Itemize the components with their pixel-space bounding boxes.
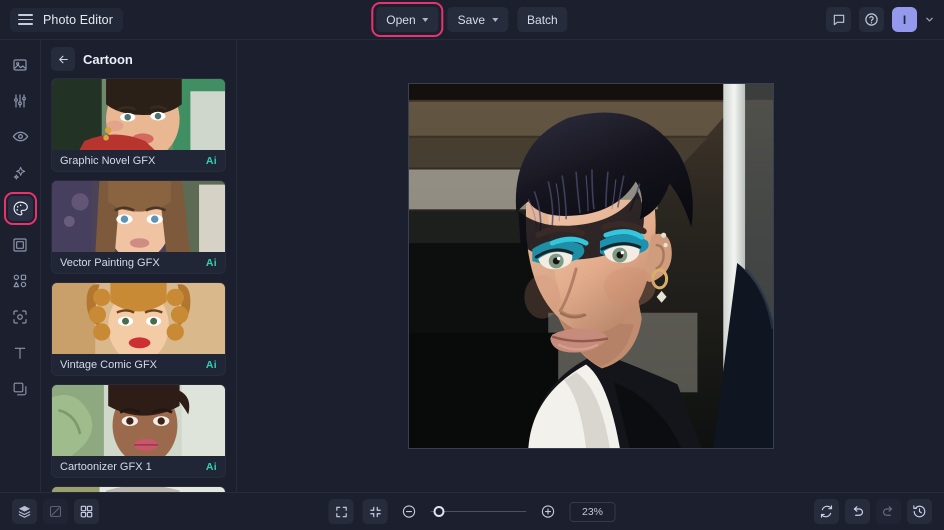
effect-name: Vintage Comic GFX: [60, 358, 158, 371]
photo-editor-app: Photo Editor Open Save Batch I Cartoon G…: [0, 0, 944, 530]
header-actions: Open Save Batch: [371, 2, 568, 37]
effect-name: Vector Painting GFX: [60, 256, 160, 269]
effect-label-row: Cartoonizer GFX 1 Ai: [52, 456, 225, 477]
back-arrow-icon[interactable]: [51, 47, 75, 71]
effect-list[interactable]: Graphic Novel GFX Ai Vector Painting GFX…: [41, 78, 236, 492]
hamburger-icon: [18, 14, 33, 25]
help-icon[interactable]: [859, 7, 884, 32]
sidebar-item-layers[interactable]: [8, 376, 33, 401]
bottom-right-group: [814, 499, 932, 524]
effect-thumbnail: [52, 283, 225, 354]
sidebar-item-preview[interactable]: [8, 124, 33, 149]
open-button[interactable]: Open: [371, 2, 444, 37]
zoom-slider-track: [430, 510, 527, 513]
open-button-label: Open: [386, 12, 416, 27]
zoom-slider[interactable]: [430, 506, 527, 518]
ai-badge: Ai: [205, 154, 217, 167]
list-item[interactable]: Vector Painting GFX Ai: [51, 180, 226, 274]
ai-badge: Ai: [205, 460, 217, 473]
layers-stack-icon[interactable]: [12, 499, 37, 524]
zoom-out-icon[interactable]: [397, 499, 422, 524]
save-button[interactable]: Save: [447, 7, 509, 32]
sidebar-item-frame[interactable]: [8, 232, 33, 257]
sidebar-item-image[interactable]: [8, 52, 33, 77]
sidebar-item-focus[interactable]: [8, 304, 33, 329]
zoom-in-icon[interactable]: [536, 499, 561, 524]
list-item[interactable]: Graphic Novel GFX Ai: [51, 78, 226, 172]
redo-icon[interactable]: [876, 499, 901, 524]
effect-label-row: Vector Painting GFX Ai: [52, 252, 225, 273]
canvas-photo[interactable]: [407, 83, 774, 449]
zoom-slider-knob[interactable]: [433, 506, 445, 517]
sidebar-item-text[interactable]: [8, 340, 33, 365]
effect-thumbnail: [52, 79, 225, 150]
app-header: Photo Editor Open Save Batch I: [0, 0, 944, 40]
sidebar-item-effects[interactable]: [8, 160, 33, 185]
header-right-group: I: [826, 7, 934, 32]
page-title: Cartoon: [83, 51, 133, 67]
app-menu-button[interactable]: Photo Editor: [10, 7, 123, 32]
save-button-label: Save: [457, 12, 486, 27]
list-item[interactable]: Cartoonizer GFX 1 Ai: [51, 384, 226, 478]
canvas-area: [237, 40, 944, 492]
chevron-down-icon: [492, 17, 499, 22]
tool-rail: [0, 40, 41, 492]
effect-thumbnail: [52, 385, 225, 456]
app-title: Photo Editor: [43, 12, 113, 27]
sidebar-item-shapes[interactable]: [8, 268, 33, 293]
zoom-level-value[interactable]: 23%: [569, 501, 616, 522]
fit-to-screen-icon[interactable]: [362, 499, 388, 524]
reset-icon[interactable]: [814, 499, 839, 524]
compare-icon[interactable]: [43, 499, 68, 524]
bottom-left-group: [12, 499, 99, 524]
app-body: Cartoon Graphic Novel GFX Ai Vector Pain…: [0, 40, 944, 492]
effect-name: Cartoonizer GFX 1: [60, 460, 152, 473]
zoom-controls: 23%: [328, 499, 616, 524]
bottom-toolbar: 23%: [0, 492, 944, 530]
undo-icon[interactable]: [845, 499, 870, 524]
sidebar-item-artistic[interactable]: [3, 192, 37, 225]
batch-button[interactable]: Batch: [517, 7, 568, 32]
feedback-icon[interactable]: [826, 7, 851, 32]
avatar-chevron-down-icon[interactable]: [925, 15, 934, 24]
panel-header: Cartoon: [41, 40, 236, 78]
ai-badge: Ai: [205, 256, 217, 269]
chevron-down-icon: [422, 17, 429, 22]
list-item[interactable]: Vintage Comic GFX Ai: [51, 282, 226, 376]
grid-view-icon[interactable]: [74, 499, 99, 524]
effect-label-row: Graphic Novel GFX Ai: [52, 150, 225, 171]
effect-name: Graphic Novel GFX: [60, 154, 156, 167]
effect-thumbnail: [52, 181, 225, 252]
batch-button-label: Batch: [527, 12, 558, 27]
effect-label-row: Vintage Comic GFX Ai: [52, 354, 225, 375]
avatar[interactable]: I: [892, 7, 917, 32]
ai-badge: Ai: [205, 358, 217, 371]
image-stage[interactable]: [237, 40, 944, 492]
history-icon[interactable]: [907, 499, 932, 524]
sidebar-item-adjustments[interactable]: [8, 88, 33, 113]
effects-panel: Cartoon Graphic Novel GFX Ai Vector Pain…: [41, 40, 237, 492]
fullscreen-icon[interactable]: [328, 499, 354, 524]
